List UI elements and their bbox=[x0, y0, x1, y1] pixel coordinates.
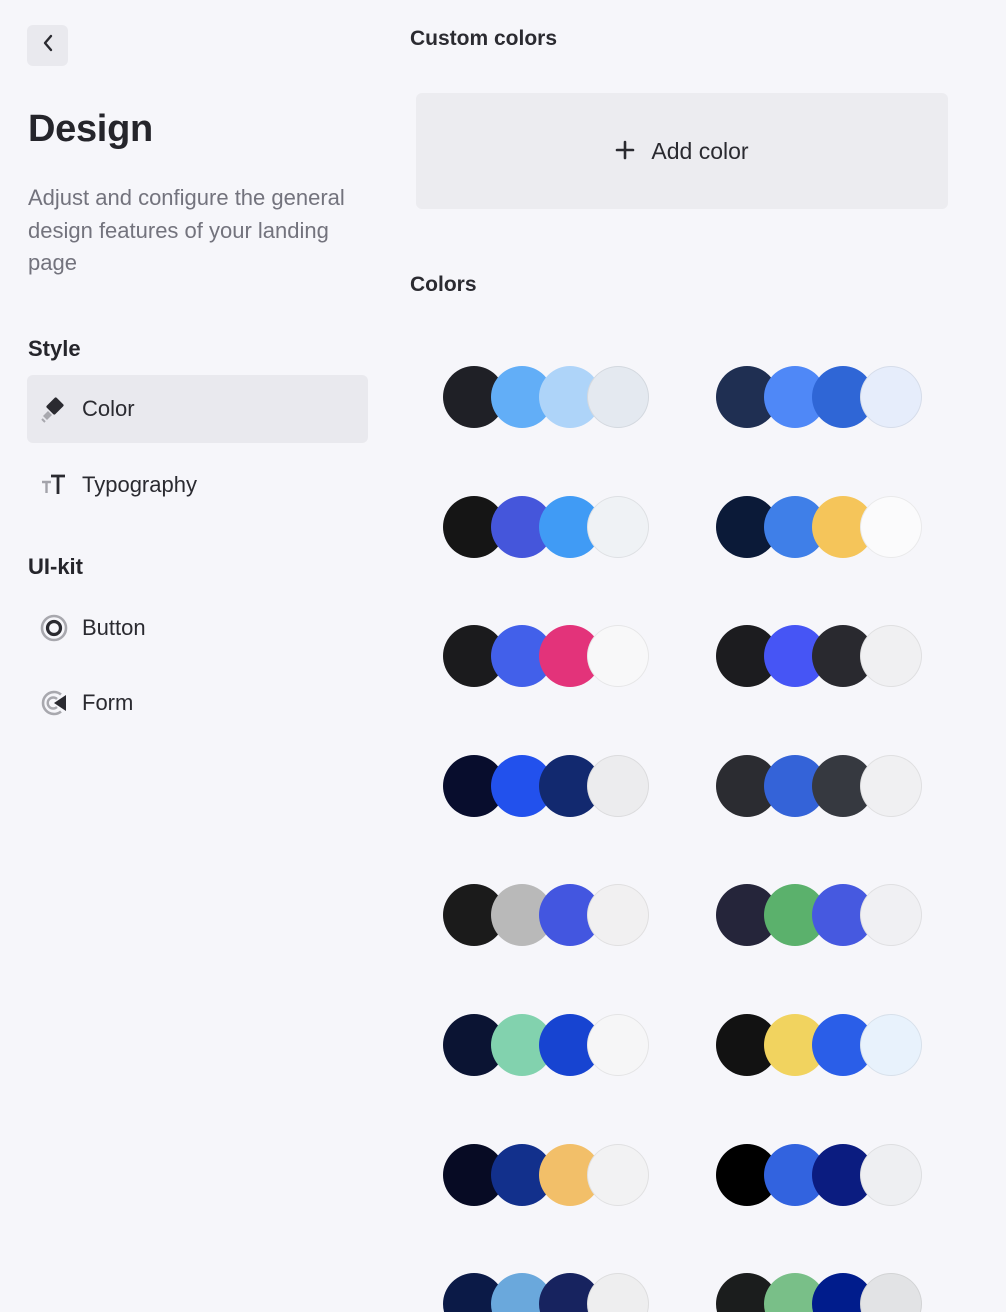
color-palette[interactable] bbox=[443, 496, 649, 558]
color-swatch bbox=[587, 1273, 649, 1312]
color-swatch bbox=[860, 1014, 922, 1076]
color-swatch bbox=[860, 755, 922, 817]
color-swatch bbox=[860, 625, 922, 687]
color-swatch bbox=[860, 1144, 922, 1206]
color-palette[interactable] bbox=[443, 1144, 649, 1206]
color-swatch bbox=[587, 1144, 649, 1206]
design-settings-page: Design Adjust and configure the general … bbox=[0, 0, 1006, 1312]
color-swatch bbox=[860, 496, 922, 558]
color-swatch bbox=[587, 625, 649, 687]
color-palette[interactable] bbox=[716, 1273, 922, 1312]
color-swatch bbox=[587, 1014, 649, 1076]
color-swatch bbox=[860, 884, 922, 946]
color-swatch bbox=[587, 366, 649, 428]
color-swatch bbox=[860, 366, 922, 428]
color-palette[interactable] bbox=[443, 1273, 649, 1312]
color-palette[interactable] bbox=[716, 755, 922, 817]
color-swatch bbox=[587, 496, 649, 558]
color-swatch bbox=[587, 755, 649, 817]
color-palette[interactable] bbox=[716, 625, 922, 687]
color-swatch bbox=[587, 884, 649, 946]
color-palette[interactable] bbox=[716, 884, 922, 946]
color-palette[interactable] bbox=[443, 366, 649, 428]
color-palette[interactable] bbox=[716, 366, 922, 428]
color-palette[interactable] bbox=[443, 755, 649, 817]
color-palette[interactable] bbox=[443, 1014, 649, 1076]
palette-grid bbox=[0, 0, 1006, 1312]
color-palette[interactable] bbox=[443, 884, 649, 946]
color-palette[interactable] bbox=[716, 1144, 922, 1206]
color-palette[interactable] bbox=[716, 496, 922, 558]
color-palette[interactable] bbox=[716, 1014, 922, 1076]
color-palette[interactable] bbox=[443, 625, 649, 687]
color-swatch bbox=[860, 1273, 922, 1312]
